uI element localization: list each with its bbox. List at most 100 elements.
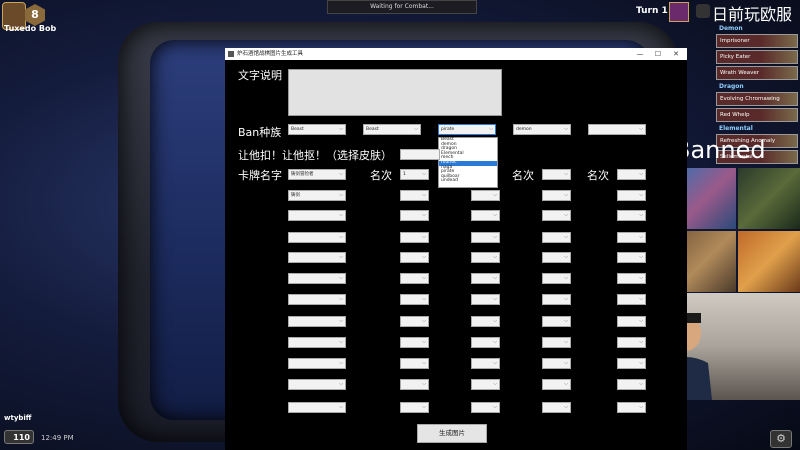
skin-input[interactable] <box>400 149 440 160</box>
rank-select[interactable] <box>542 337 571 348</box>
card-name-select[interactable] <box>471 190 500 201</box>
card-name-select[interactable] <box>471 252 500 263</box>
rank-select[interactable] <box>542 169 571 180</box>
tribe-card: Imprisoner <box>716 34 798 48</box>
ban-tribe-select[interactable]: demon <box>513 124 571 135</box>
rank-select[interactable] <box>617 169 646 180</box>
rank-select[interactable] <box>542 210 571 221</box>
ban-tribe-select[interactable]: Beast <box>288 124 346 135</box>
rank-select[interactable] <box>542 358 571 369</box>
generate-image-button[interactable]: 生成图片 <box>417 424 487 443</box>
rank-select[interactable] <box>400 273 429 284</box>
hearthstone-logo-icon <box>696 4 710 18</box>
tribe-dropdown-list[interactable]: Beast demon dragon Elemental mech murloc naga p… <box>438 137 498 188</box>
card-name-select[interactable] <box>471 232 500 243</box>
tribe-header: Demon <box>719 25 743 32</box>
maximize-button[interactable]: ☐ <box>649 48 667 60</box>
rank-label: 名次 <box>587 169 609 182</box>
card-name-select[interactable] <box>288 210 346 221</box>
banned-minion-image <box>738 168 800 229</box>
rank-select[interactable] <box>617 337 646 348</box>
tribe-card: Wrath Weaver <box>716 66 798 80</box>
stream-title: 日前玩欧服 <box>712 5 793 24</box>
card-name-select[interactable]: 铸剑冒险者 <box>288 169 346 180</box>
card-name-select[interactable] <box>288 232 346 243</box>
rank-select[interactable] <box>542 252 571 263</box>
tribe-card: Red Whelp <box>716 108 798 122</box>
window-titlebar: 炉石酒馆战棋图片生成工具 — ☐ ✕ <box>225 48 687 60</box>
clock: 12:49 PM <box>41 434 74 442</box>
window-title: 炉石酒馆战棋图片生成工具 <box>237 51 304 57</box>
rank-select[interactable] <box>617 190 646 201</box>
player-name-bottom: wtybiff <box>4 414 32 422</box>
app-icon <box>228 51 234 57</box>
card-name-select[interactable] <box>471 294 500 305</box>
rank-label: 名次 <box>370 169 392 182</box>
card-name-select[interactable] <box>471 402 500 413</box>
card-name-select[interactable] <box>288 252 346 263</box>
rank-select[interactable] <box>542 402 571 413</box>
description-textarea[interactable] <box>288 69 502 116</box>
card-name-select[interactable] <box>471 316 500 327</box>
rank-select[interactable] <box>400 316 429 327</box>
player-name: Tuxedo Bob <box>4 24 57 33</box>
rank-select[interactable] <box>400 358 429 369</box>
rank-select[interactable] <box>542 273 571 284</box>
card-name-select[interactable] <box>471 337 500 348</box>
rank-select[interactable] <box>617 232 646 243</box>
description-label: 文字说明 <box>238 69 282 82</box>
rank-select[interactable] <box>400 210 429 221</box>
rank-select[interactable] <box>617 294 646 305</box>
card-name-select[interactable] <box>471 379 500 390</box>
ban-tribes-label: Ban种族 <box>238 126 282 139</box>
rank-select[interactable] <box>542 294 571 305</box>
skin-select-label: 让他扣！让他抠！（选择皮肤） <box>238 149 392 162</box>
rank-select[interactable] <box>400 294 429 305</box>
card-name-select[interactable] <box>471 210 500 221</box>
card-name-select[interactable] <box>288 358 346 369</box>
rank-select[interactable] <box>400 379 429 390</box>
rank-select[interactable] <box>542 190 571 201</box>
banned-label: Banned <box>674 136 766 164</box>
card-name-select[interactable] <box>471 358 500 369</box>
tribe-card: Picky Eater <box>716 50 798 64</box>
rank-select[interactable] <box>400 337 429 348</box>
card-name-select[interactable] <box>471 273 500 284</box>
turn-hero-icon <box>669 2 689 22</box>
turn-label: Turn 1 <box>636 6 668 16</box>
card-name-select[interactable] <box>288 379 346 390</box>
coin-counter: 110 <box>4 430 34 444</box>
rank-select[interactable] <box>617 379 646 390</box>
rank-select[interactable] <box>617 210 646 221</box>
rank-select[interactable] <box>617 273 646 284</box>
card-name-select[interactable] <box>288 316 346 327</box>
ban-tribe-select[interactable]: Beast <box>363 124 421 135</box>
rank-select[interactable] <box>400 190 429 201</box>
rank-select[interactable] <box>400 232 429 243</box>
rank-select[interactable] <box>542 316 571 327</box>
ban-tribe-select[interactable]: pirate <box>438 124 496 135</box>
rank-label: 名次 <box>512 169 534 182</box>
rank-select[interactable] <box>542 379 571 390</box>
gear-icon[interactable]: ⚙ <box>770 430 792 448</box>
rank-select[interactable] <box>617 358 646 369</box>
card-name-select[interactable] <box>288 337 346 348</box>
minimize-button[interactable]: — <box>631 48 649 60</box>
rank-select[interactable] <box>400 252 429 263</box>
rank-select[interactable] <box>617 402 646 413</box>
rank-select[interactable] <box>400 402 429 413</box>
card-name-select[interactable] <box>288 402 346 413</box>
rank-select[interactable] <box>617 316 646 327</box>
card-name-select[interactable] <box>288 294 346 305</box>
dropdown-option[interactable]: undead <box>439 179 497 184</box>
rank-select[interactable]: 1 <box>400 169 429 180</box>
rank-select[interactable] <box>542 232 571 243</box>
banned-minion-grid <box>674 168 800 292</box>
card-name-select[interactable]: 铸剑 <box>288 190 346 201</box>
tribe-header: Elemental <box>719 125 753 132</box>
close-button[interactable]: ✕ <box>667 48 685 60</box>
card-name-select[interactable] <box>288 273 346 284</box>
ban-tribe-select[interactable] <box>588 124 646 135</box>
rank-select[interactable] <box>617 252 646 263</box>
banned-minion-image <box>738 231 800 292</box>
